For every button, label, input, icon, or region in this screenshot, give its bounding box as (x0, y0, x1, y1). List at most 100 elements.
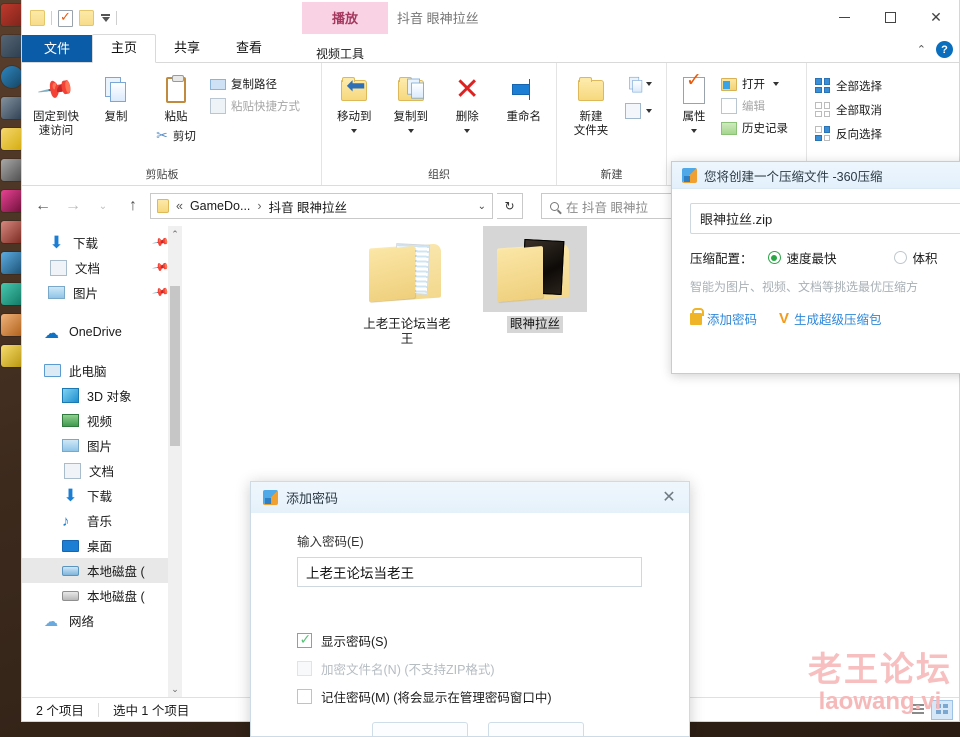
desktop-icon[interactable] (1, 190, 23, 212)
new-folder-icon[interactable] (79, 10, 94, 26)
scroll-down-icon[interactable]: ⌄ (168, 681, 182, 697)
dialog-buttons (297, 722, 659, 736)
invert-selection-button[interactable]: 反向选择 (811, 125, 886, 143)
desktop-icon[interactable] (1, 221, 23, 243)
sidebar-item-3d-objects[interactable]: 3D 对象 (22, 383, 182, 408)
pin-to-quick-access-button[interactable]: 📌 固定到快 速访问 (26, 67, 86, 166)
tab-home[interactable]: 主页 (92, 34, 157, 63)
super-archive-link[interactable]: V 生成超级压缩包 (779, 309, 882, 328)
chevron-down-icon[interactable] (100, 14, 110, 22)
chevron-down-icon[interactable]: ⌄ (478, 201, 486, 212)
password-input[interactable]: 上老王论坛当老王 (297, 557, 642, 587)
tiles-view-button[interactable] (907, 700, 929, 720)
help-button[interactable]: ? (936, 41, 953, 58)
chevron-down-icon[interactable] (646, 82, 652, 86)
sidebar-item-local-disk-1[interactable]: 本地磁盘 ( (22, 558, 182, 583)
remember-password-checkbox[interactable]: 记住密码(M) (将会显示在管理密码窗口中) (297, 687, 659, 706)
back-button[interactable]: ← (30, 193, 56, 219)
sidebar-item-documents-pc[interactable]: 文档 (22, 458, 182, 483)
maximize-button[interactable] (867, 0, 913, 34)
sidebar-item-onedrive[interactable]: ☁ OneDrive (22, 319, 182, 344)
tab-share[interactable]: 共享 (156, 35, 218, 62)
sidebar-item-downloads-pc[interactable]: ⬇ 下载 (22, 483, 182, 508)
paste-button[interactable]: 粘贴 (146, 67, 206, 124)
chevron-down-icon[interactable] (351, 129, 358, 133)
select-all-button[interactable]: 全部选择 (811, 77, 886, 95)
sidebar-item-downloads[interactable]: ⬇ 下载 📌 (22, 230, 182, 255)
radio-smallest[interactable]: 体积 (893, 248, 938, 267)
breadcrumb-item-1[interactable]: GameDo... (190, 199, 250, 213)
sidebar-item-network[interactable]: ☁ 网络 (22, 608, 182, 633)
copy-path-button[interactable]: 复制路径 (206, 75, 304, 93)
desktop-icon[interactable] (1, 4, 23, 26)
new-folder-button[interactable]: 新建 文件夹 (561, 67, 621, 166)
list-item[interactable]: 眼神拉丝 (480, 226, 590, 333)
add-password-link[interactable]: 添加密码 (690, 307, 757, 328)
scrollbar-thumb[interactable] (170, 286, 180, 446)
chevron-down-icon[interactable] (407, 129, 414, 133)
close-icon[interactable]: ✕ (659, 487, 679, 507)
forward-button[interactable]: → (60, 193, 86, 219)
up-button[interactable]: ↑ (120, 193, 146, 219)
address-bar[interactable]: « GameDo... › 抖音 眼神拉丝 ⌄ (150, 193, 493, 219)
sidebar-item-local-disk-2[interactable]: 本地磁盘 ( (22, 583, 182, 608)
archive-filename-input[interactable]: 眼神拉丝.zip (690, 203, 960, 234)
desktop-icon[interactable] (1, 283, 23, 305)
desktop-icon[interactable] (1, 159, 23, 181)
delete-button[interactable]: ✕ 删除 (439, 67, 496, 166)
encrypt-filenames-checkbox[interactable]: 加密文件名(N) (不支持ZIP格式) (297, 659, 659, 678)
radio-fastest[interactable]: 速度最快 (767, 248, 837, 267)
chevron-down-icon[interactable] (646, 109, 652, 113)
minimize-button[interactable] (821, 0, 867, 34)
confirm-button[interactable] (372, 722, 468, 736)
sidebar-item-videos[interactable]: 视频 (22, 408, 182, 433)
large-icons-view-button[interactable] (931, 699, 953, 720)
edit-button[interactable]: 编辑 (717, 97, 792, 115)
move-to-button[interactable]: ⬅ 移动到 (326, 67, 383, 166)
close-button[interactable]: ✕ (913, 0, 959, 34)
tab-view[interactable]: 查看 (218, 35, 280, 62)
properties-icon[interactable] (58, 9, 73, 27)
sidebar-item-documents[interactable]: 文档 📌 (22, 255, 182, 280)
cancel-button[interactable] (488, 722, 584, 736)
easy-access-button[interactable] (621, 102, 656, 120)
chevron-down-icon[interactable] (773, 82, 779, 86)
show-password-checkbox[interactable]: 显示密码(S) (297, 631, 659, 650)
refresh-button[interactable]: ↻ (497, 193, 523, 219)
cut-button[interactable]: ✂ 剪切 (146, 126, 206, 145)
sidebar-item-pictures[interactable]: 图片 📌 (22, 280, 182, 305)
copy-button[interactable]: 复制 (86, 67, 146, 166)
breadcrumb-root[interactable]: « (176, 199, 183, 213)
desktop-icon[interactable] (1, 252, 23, 274)
sidebar-item-this-pc[interactable]: 此电脑 (22, 358, 182, 383)
new-item-button[interactable] (621, 75, 656, 93)
breadcrumb-item-2[interactable]: 抖音 眼神拉丝 (269, 197, 347, 216)
folder-icon[interactable] (30, 10, 45, 26)
open-button[interactable]: 打开 (717, 75, 792, 93)
paste-shortcut-button[interactable]: 粘贴快捷方式 (206, 97, 304, 115)
desktop-icon[interactable] (1, 97, 23, 119)
sidebar-item-music[interactable]: ♪ 音乐 (22, 508, 182, 533)
desktop-icon[interactable] (1, 128, 23, 150)
sidebar-item-pictures-pc[interactable]: 图片 (22, 433, 182, 458)
edit-label: 编辑 (742, 101, 765, 113)
sidebar-item-desktop[interactable]: 桌面 (22, 533, 182, 558)
collapse-ribbon-icon[interactable]: ⌃ (917, 43, 926, 56)
tab-playback[interactable]: 播放 (302, 2, 389, 34)
recent-locations-button[interactable]: ⌄ (90, 193, 116, 219)
scroll-up-icon[interactable]: ⌃ (168, 226, 182, 242)
invert-selection-label: 反向选择 (836, 129, 882, 141)
desktop-icon[interactable] (1, 66, 23, 88)
copy-to-button[interactable]: 复制到 (383, 67, 440, 166)
desktop-icon[interactable] (1, 314, 23, 336)
rename-button[interactable]: 重命名 (496, 67, 553, 166)
chevron-down-icon[interactable] (691, 129, 697, 133)
history-button[interactable]: 历史记录 (717, 119, 792, 137)
select-none-button[interactable]: 全部取消 (811, 101, 886, 119)
navigation-pane-scrollbar[interactable]: ⌃ ⌄ (168, 226, 182, 697)
chevron-down-icon[interactable] (464, 129, 471, 133)
desktop-icon[interactable] (1, 345, 23, 367)
desktop-icon[interactable] (1, 35, 23, 57)
list-item[interactable]: 上老王论坛当老王 (352, 226, 462, 348)
tab-file[interactable]: 文件 (22, 35, 93, 62)
